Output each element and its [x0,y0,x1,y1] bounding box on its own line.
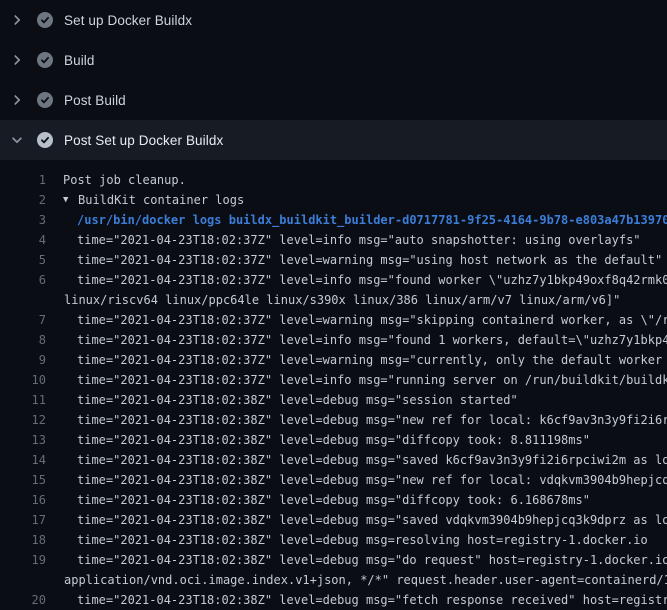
step-label: Post Set up Docker Buildx [64,133,223,148]
log-row: 11 time="2021-04-23T18:02:38Z" level=deb… [0,390,667,410]
log-row: 15 time="2021-04-23T18:02:38Z" level=deb… [0,470,667,490]
log-row: 2 ▼ BuildKit container logs [0,190,667,210]
log-text: time="2021-04-23T18:02:38Z" level=debug … [77,530,648,550]
line-number[interactable]: 16 [0,490,46,510]
log-row: 16 time="2021-04-23T18:02:38Z" level=deb… [0,490,667,510]
line-number[interactable] [0,570,46,590]
log-row: 5 time="2021-04-23T18:02:37Z" level=warn… [0,250,667,270]
line-number[interactable]: 3 [0,210,46,230]
log-row: application/vnd.oci.image.index.v1+json,… [0,570,667,590]
step-row[interactable]: Post Build [0,80,667,120]
step-label: Build [64,53,95,68]
line-number[interactable]: 11 [0,390,46,410]
log-text: Post job cleanup. [63,170,186,190]
line-number[interactable]: 18 [0,530,46,550]
line-number[interactable] [0,290,46,310]
log-text: time="2021-04-23T18:02:38Z" level=debug … [77,470,667,490]
line-number[interactable]: 6 [0,270,46,290]
log-row: 8 time="2021-04-23T18:02:37Z" level=info… [0,330,667,350]
log-text: time="2021-04-23T18:02:38Z" level=debug … [77,490,590,510]
step-label: Post Build [64,93,126,108]
log-text: time="2021-04-23T18:02:38Z" level=debug … [77,590,667,610]
log-text: time="2021-04-23T18:02:38Z" level=debug … [77,450,667,470]
log-text: time="2021-04-23T18:02:37Z" level=warnin… [77,250,662,270]
log-text: time="2021-04-23T18:02:37Z" level=warnin… [77,310,667,330]
log-text: application/vnd.oci.image.index.v1+json,… [64,570,667,590]
log-text: time="2021-04-23T18:02:37Z" level=info m… [77,330,667,350]
chevron-right-icon[interactable] [10,92,24,108]
log-text: time="2021-04-23T18:02:37Z" level=warnin… [77,350,667,370]
group-collapse-icon[interactable]: ▼ [63,190,78,210]
log-row: 7 time="2021-04-23T18:02:37Z" level=warn… [0,310,667,330]
line-number[interactable]: 5 [0,250,46,270]
line-number[interactable]: 15 [0,470,46,490]
log-row: 18 time="2021-04-23T18:02:38Z" level=deb… [0,530,667,550]
line-number[interactable]: 17 [0,510,46,530]
line-number[interactable]: 12 [0,410,46,430]
actions-log-viewer: Set up Docker Buildx Build Post Buil [0,0,667,610]
step-row[interactable]: Set up Docker Buildx [0,0,667,40]
log-row: 3 /usr/bin/docker logs buildx_buildkit_b… [0,210,667,230]
step-label: Set up Docker Buildx [64,13,192,28]
step-row[interactable]: Build [0,40,667,80]
check-circle-icon [37,52,53,68]
line-number[interactable]: 19 [0,550,46,570]
log-text: time="2021-04-23T18:02:38Z" level=debug … [77,510,667,530]
log-text: time="2021-04-23T18:02:37Z" level=info m… [77,370,667,390]
chevron-right-icon[interactable] [10,12,24,28]
log-row: 19 time="2021-04-23T18:02:38Z" level=deb… [0,550,667,570]
log-text: time="2021-04-23T18:02:38Z" level=debug … [77,390,518,410]
log-row: 10 time="2021-04-23T18:02:37Z" level=inf… [0,370,667,390]
log-text: time="2021-04-23T18:02:37Z" level=info m… [77,270,667,290]
log-text: time="2021-04-23T18:02:37Z" level=info m… [77,230,641,250]
log-text[interactable]: BuildKit container logs [78,190,244,210]
step-row[interactable]: Post Set up Docker Buildx [0,120,667,160]
check-circle-icon [37,12,53,28]
line-number[interactable]: 9 [0,350,46,370]
log-row: 9 time="2021-04-23T18:02:37Z" level=warn… [0,350,667,370]
line-number[interactable]: 13 [0,430,46,450]
line-number[interactable]: 8 [0,330,46,350]
log-text: time="2021-04-23T18:02:38Z" level=debug … [77,430,590,450]
log-text: time="2021-04-23T18:02:38Z" level=debug … [77,550,667,570]
log-row: linux/riscv64 linux/ppc64le linux/s390x … [0,290,667,310]
steps-list: Set up Docker Buildx Build Post Buil [0,0,667,160]
log-row: 13 time="2021-04-23T18:02:38Z" level=deb… [0,430,667,450]
log-text: /usr/bin/docker logs buildx_buildkit_bui… [77,210,667,230]
line-number[interactable]: 7 [0,310,46,330]
chevron-right-icon[interactable] [10,52,24,68]
log-row: 12 time="2021-04-23T18:02:38Z" level=deb… [0,410,667,430]
log-row: 14 time="2021-04-23T18:02:38Z" level=deb… [0,450,667,470]
log-text: time="2021-04-23T18:02:38Z" level=debug … [77,410,667,430]
log-row: 20 time="2021-04-23T18:02:38Z" level=deb… [0,590,667,610]
log-row: 4 time="2021-04-23T18:02:37Z" level=info… [0,230,667,250]
line-number[interactable]: 2 [0,190,46,210]
log-row: 17 time="2021-04-23T18:02:38Z" level=deb… [0,510,667,530]
log-row: 1 Post job cleanup. [0,170,667,190]
chevron-down-icon[interactable] [10,132,24,148]
log-text: linux/riscv64 linux/ppc64le linux/s390x … [64,290,620,310]
line-number[interactable]: 4 [0,230,46,250]
log-row: 6 time="2021-04-23T18:02:37Z" level=info… [0,270,667,290]
check-circle-icon [37,132,53,148]
log-area: 1 Post job cleanup. 2 ▼ BuildKit contain… [0,160,667,610]
line-number[interactable]: 20 [0,590,46,610]
check-circle-icon [37,92,53,108]
line-number[interactable]: 10 [0,370,46,390]
line-number[interactable]: 14 [0,450,46,470]
line-number[interactable]: 1 [0,170,46,190]
